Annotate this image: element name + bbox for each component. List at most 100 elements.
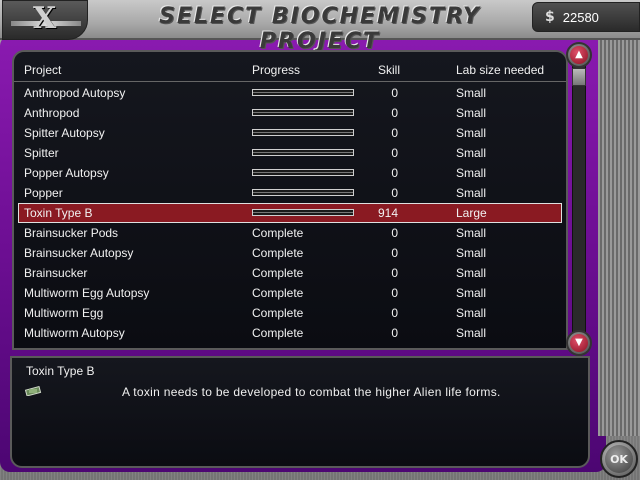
progress-bar-line (253, 192, 353, 193)
ok-button[interactable]: OK (600, 440, 638, 478)
row-lab-size: Large (456, 206, 487, 220)
row-project-name: Multiworm Autopsy (24, 326, 125, 340)
row-project-name: Brainsucker Pods (24, 226, 119, 240)
money-icon: $ (545, 9, 555, 25)
table-row[interactable]: Toxin Type B 914 Large (14, 203, 566, 223)
game-logo: X (2, 0, 88, 40)
project-rows: Anthropod Autopsy 0 Small Anthropod 0 Small Sp… (14, 83, 566, 348)
row-lab-size: Small (456, 146, 487, 160)
row-progress-bar (252, 89, 354, 96)
row-progress-text: Complete (252, 266, 304, 280)
header-progress: Progress (252, 63, 301, 77)
row-project-name: Brainsucker Autopsy (24, 246, 134, 260)
row-project-name: Spitter Autopsy (24, 126, 105, 140)
row-lab-size: Small (456, 266, 487, 280)
table-row[interactable]: Anthropod Autopsy 0 Small (14, 83, 566, 103)
table-row[interactable]: Spitter 0 Small (14, 143, 566, 163)
project-list-panel: Project Progress Skill Lab size needed A… (12, 50, 568, 350)
row-progress-bar (252, 109, 354, 116)
row-lab-size: Small (456, 106, 487, 120)
row-progress-text: Complete (252, 286, 304, 300)
row-progress-bar (252, 189, 354, 196)
row-lab-size: Small (456, 186, 487, 200)
table-row[interactable]: Popper 0 Small (14, 183, 566, 203)
table-row[interactable]: Multiworm Complete 0 Small (14, 343, 566, 348)
row-progress-text: Complete (252, 226, 304, 240)
row-project-name: Spitter (24, 146, 59, 160)
scrollbar-thumb[interactable] (572, 68, 586, 86)
header-project: Project (24, 63, 62, 77)
row-lab-size: Small (456, 246, 487, 260)
chevron-down-icon: ▼ (570, 334, 588, 352)
row-lab-size: Small (456, 346, 486, 348)
table-row[interactable]: Anthropod 0 Small (14, 103, 566, 123)
row-progress-text: Complete (252, 346, 303, 348)
list-header: Project Progress Skill Lab size needed (14, 52, 566, 82)
row-project-name: Anthropod (24, 106, 80, 120)
row-skill: 0 (391, 126, 398, 140)
row-lab-size: Small (456, 326, 487, 340)
header-lab-size: Lab size needed (456, 63, 545, 77)
row-progress-text: Complete (252, 326, 304, 340)
row-lab-size: Small (456, 226, 487, 240)
row-progress-bar (252, 129, 354, 136)
row-progress-text: Complete (252, 246, 304, 260)
table-row[interactable]: Multiworm Egg Autopsy Complete 0 Small (14, 283, 566, 303)
row-progress-bar (252, 149, 354, 156)
row-skill: 0 (391, 286, 398, 300)
progress-bar-line (253, 152, 353, 153)
header-skill: Skill (378, 63, 401, 77)
table-row[interactable]: Brainsucker Autopsy Complete 0 Small (14, 243, 566, 263)
row-skill: 0 (391, 226, 398, 240)
description-text: A toxin needs to be developed to combat … (122, 385, 501, 399)
row-skill: 914 (377, 206, 398, 220)
table-row[interactable]: Brainsucker Complete 0 Small (14, 263, 566, 283)
row-lab-size: Small (456, 306, 487, 320)
row-project-name: Anthropod Autopsy (24, 86, 126, 100)
progress-bar-line (253, 172, 353, 173)
right-metal-rail (598, 36, 640, 436)
row-skill: 0 (391, 106, 398, 120)
ok-button-label: OK (605, 445, 633, 473)
scroll-up-button[interactable]: ▲ (566, 42, 592, 68)
toxin-icon (24, 386, 42, 396)
title-bar: X SELECT BIOCHEMISTRY PROJECT $ 22580 (0, 0, 640, 54)
row-skill: 0 (391, 186, 398, 200)
progress-bar-line (253, 212, 353, 213)
row-project-name: Toxin Type B (24, 206, 93, 220)
row-skill: 0 (391, 246, 398, 260)
funds-value: 22580 (562, 9, 599, 25)
row-progress-text: Complete (252, 306, 304, 320)
row-lab-size: Small (456, 166, 487, 180)
table-row[interactable]: Multiworm Autopsy Complete 0 Small (14, 323, 566, 343)
row-progress-bar (252, 169, 354, 176)
row-skill: 0 (344, 346, 398, 348)
row-project-name: Multiworm (24, 346, 79, 348)
row-project-name: Multiworm Egg (24, 306, 104, 320)
row-project-name: Popper Autopsy (24, 166, 109, 180)
description-panel: Toxin Type B A toxin needs to be develop… (10, 356, 590, 468)
row-skill: 0 (391, 86, 398, 100)
row-project-name: Popper (24, 186, 63, 200)
row-skill: 0 (391, 326, 398, 340)
row-project-name: Multiworm Egg Autopsy (24, 286, 150, 300)
table-row[interactable]: Brainsucker Pods Complete 0 Small (14, 223, 566, 243)
row-skill: 0 (391, 166, 398, 180)
logo-x-icon: X (33, 1, 57, 36)
scrollbar-track[interactable] (572, 66, 586, 332)
scroll-down-button[interactable]: ▼ (566, 330, 592, 356)
table-row[interactable]: Popper Autopsy 0 Small (14, 163, 566, 183)
funds-display: $ 22580 (532, 2, 640, 32)
row-lab-size: Small (456, 286, 487, 300)
row-skill: 0 (391, 146, 398, 160)
table-row[interactable]: Spitter Autopsy 0 Small (14, 123, 566, 143)
page-title: SELECT BIOCHEMISTRY PROJECT (159, 4, 481, 54)
row-lab-size: Small (456, 86, 487, 100)
table-row[interactable]: Multiworm Egg Complete 0 Small (14, 303, 566, 323)
row-progress-bar (252, 209, 354, 216)
row-skill: 0 (391, 306, 398, 320)
row-project-name: Brainsucker (24, 266, 88, 280)
progress-bar-line (253, 92, 353, 93)
row-lab-size: Small (456, 126, 487, 140)
progress-bar-line (253, 112, 353, 113)
